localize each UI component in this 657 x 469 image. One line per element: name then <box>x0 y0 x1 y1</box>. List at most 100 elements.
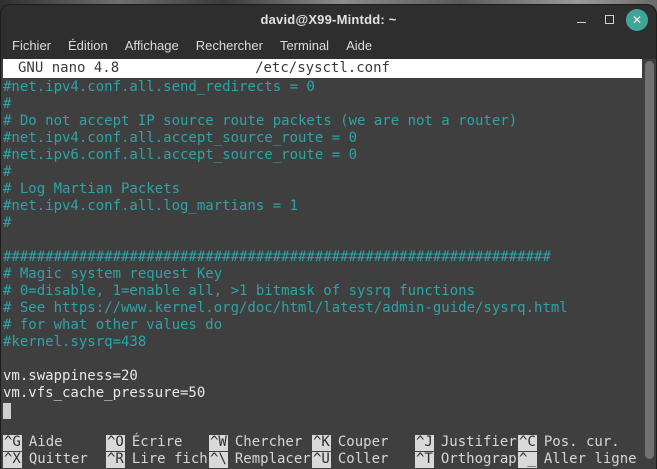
editor-line-text: # Log Martian Packets <box>3 181 180 198</box>
scrollbar-thumb[interactable] <box>645 61 654 459</box>
editor-line-text: # for what other values do <box>3 317 222 334</box>
shortcut-row: ^G Aide ^O Écrire ^W Chercher ^K Couper ^J Justif… <box>3 434 640 451</box>
shortcut-label: Couper <box>338 434 389 451</box>
shortcut-pos-cur: ^C Pos. cur. <box>518 434 621 451</box>
terminal-window: david@X99-Mintdd: ~ ✕ Fichier Édition Affi… <box>0 4 657 469</box>
shortcut-label: Remplacer <box>235 451 311 468</box>
shortcut-key: ^K <box>312 435 331 451</box>
editor-line-text: vm.vfs_cache_pressure=50 <box>3 385 205 402</box>
shortcut-chercher: ^W Chercher <box>209 434 312 451</box>
menu-item-fichier[interactable]: Fichier <box>12 38 51 53</box>
shortcut-lire-fich: ^RLire fich. <box>106 451 209 468</box>
menu-item-aide[interactable]: Aide <box>346 38 372 53</box>
editor-line[interactable] <box>3 402 640 419</box>
shortcut-label: Lire fich. <box>132 451 216 468</box>
shortcut-label: Coller <box>338 451 389 468</box>
editor-line[interactable]: vm.swappiness=20 <box>3 368 640 385</box>
minimize-button[interactable] <box>570 9 592 31</box>
shortcut-coller: ^U Coller <box>312 451 415 468</box>
editor-line-text: #net.ipv6.conf.all.accept_source_route =… <box>3 147 357 164</box>
editor-line[interactable]: #kernel.sysrq=438 <box>3 334 640 351</box>
editor-line-text: # <box>3 96 11 113</box>
shortcut-key: ^R <box>106 452 125 468</box>
editor-line-text: # Do not accept IP source route packets … <box>3 113 517 130</box>
menubar: Fichier Édition Affichage Rechercher Termina… <box>1 34 656 59</box>
close-icon: ✕ <box>632 14 642 26</box>
shortcut-key: ^U <box>312 452 331 468</box>
window-title: david@X99-Mintdd: ~ <box>1 5 656 34</box>
editor-line[interactable]: #net.ipv6.conf.all.accept_source_route =… <box>3 147 640 164</box>
editor-line[interactable]: # Do not accept IP source route packets … <box>3 113 640 130</box>
terminal-content[interactable]: GNU nano 4.8 /etc/sysctl.conf #net.ipv4.… <box>1 59 656 469</box>
maximize-icon <box>605 15 614 24</box>
menu-item-rechercher[interactable]: Rechercher <box>196 38 263 53</box>
shortcut-label: Chercher <box>235 434 302 451</box>
scrollbar-track[interactable] <box>645 61 654 463</box>
menu-item-terminal[interactable]: Terminal <box>280 38 329 53</box>
editor-line-text: # Magic system request Key <box>3 266 222 283</box>
nano-version-label: GNU nano 4.8 <box>18 60 119 77</box>
editor-line[interactable]: # 0=disable, 1=enable all, >1 bitmask of… <box>3 283 640 300</box>
shortcut-quitter: ^X Quitter <box>3 451 106 468</box>
editor-line[interactable]: # <box>3 96 640 113</box>
editor-line[interactable]: #net.ipv4.conf.all.send_redirects = 0 <box>3 79 640 96</box>
close-button[interactable]: ✕ <box>626 9 648 31</box>
shortcut-key: ^T <box>415 452 434 468</box>
shortcut-label: Écrire <box>132 434 183 451</box>
editor-line[interactable]: # <box>3 164 640 181</box>
shortcut-aide: ^G Aide <box>3 434 106 451</box>
shortcut-label: Pos. cur. <box>544 434 620 451</box>
editor-line[interactable]: vm.vfs_cache_pressure=50 <box>3 385 640 402</box>
menu-item-affichage[interactable]: Affichage <box>125 38 179 53</box>
editor-line-text: ########################################… <box>3 249 551 266</box>
menu-item-edition[interactable]: Édition <box>68 38 108 53</box>
nano-shortcut-bar: ^G Aide ^O Écrire ^W Chercher ^K Couper ^J Justif… <box>3 434 640 468</box>
editor-line[interactable]: # Magic system request Key <box>3 266 640 283</box>
editor-line-text: vm.swappiness=20 <box>3 368 138 385</box>
shortcut-remplacer: ^\ Remplacer <box>209 451 312 468</box>
editor-line-text: # 0=disable, 1=enable all, >1 bitmask of… <box>3 283 475 300</box>
editor-line[interactable] <box>3 232 640 249</box>
editor-line-text: # <box>3 164 11 181</box>
titlebar[interactable]: david@X99-Mintdd: ~ ✕ <box>1 5 656 34</box>
editor-line[interactable]: #net.ipv4.conf.all.accept_source_route =… <box>3 130 640 147</box>
maximize-button[interactable] <box>598 9 620 31</box>
shortcut-couper: ^K Couper <box>312 434 415 451</box>
nano-titlebar: GNU nano 4.8 /etc/sysctl.conf <box>3 59 642 78</box>
shortcut-label: Quitter <box>29 451 88 468</box>
editor-line-text: #net.ipv4.conf.all.send_redirects = 0 <box>3 79 315 96</box>
shortcut-aller-ligne: ^_Aller ligne <box>518 451 621 468</box>
shortcut-key: ^W <box>209 435 228 451</box>
editor-line-text: # See https://www.kernel.org/doc/html/la… <box>3 300 568 317</box>
shortcut-key: ^J <box>415 435 434 451</box>
shortcut-key: ^X <box>3 452 22 468</box>
editor-line-text: #kernel.sysrq=438 <box>3 334 146 351</box>
shortcut-row: ^XQuitter^RLire fich.^\Remplacer^UColler… <box>3 451 640 468</box>
shortcut-label: Orthograp. <box>441 451 525 468</box>
shortcut-key: ^O <box>106 435 125 451</box>
editor-line[interactable]: ########################################… <box>3 249 640 266</box>
shortcut-key: ^_ <box>518 452 537 468</box>
editor-line[interactable]: #net.ipv4.conf.all.log_martians = 1 <box>3 198 640 215</box>
text-cursor <box>3 403 11 419</box>
shortcut-key: ^\ <box>209 452 228 468</box>
shortcut-label: Aide <box>29 434 63 451</box>
shortcut-key: ^G <box>3 435 22 451</box>
editor-line[interactable]: # for what other values do <box>3 317 640 334</box>
editor-line-text: #net.ipv4.conf.all.log_martians = 1 <box>3 198 298 215</box>
shortcut-label: Justifier <box>441 434 517 451</box>
shortcut-ecrire: ^O Écrire <box>106 434 209 451</box>
editor-line[interactable]: # See https://www.kernel.org/doc/html/la… <box>3 300 640 317</box>
shortcut-justifier: ^J Justifier <box>415 434 518 451</box>
editor-line-text: #net.ipv4.conf.all.accept_source_route =… <box>3 130 357 147</box>
editor-line[interactable]: # <box>3 215 640 232</box>
editor-area[interactable]: #net.ipv4.conf.all.send_redirects = 0## … <box>3 79 640 419</box>
shortcut-key: ^C <box>518 435 537 451</box>
editor-line[interactable] <box>3 351 640 368</box>
shortcut-label: Aller ligne <box>544 451 637 468</box>
shortcut-orthograp: ^TOrthograp. <box>415 451 518 468</box>
editor-line[interactable]: # Log Martian Packets <box>3 181 640 198</box>
editor-line-text: # <box>3 215 11 232</box>
minimize-icon <box>577 22 586 23</box>
window-controls: ✕ <box>570 5 648 34</box>
